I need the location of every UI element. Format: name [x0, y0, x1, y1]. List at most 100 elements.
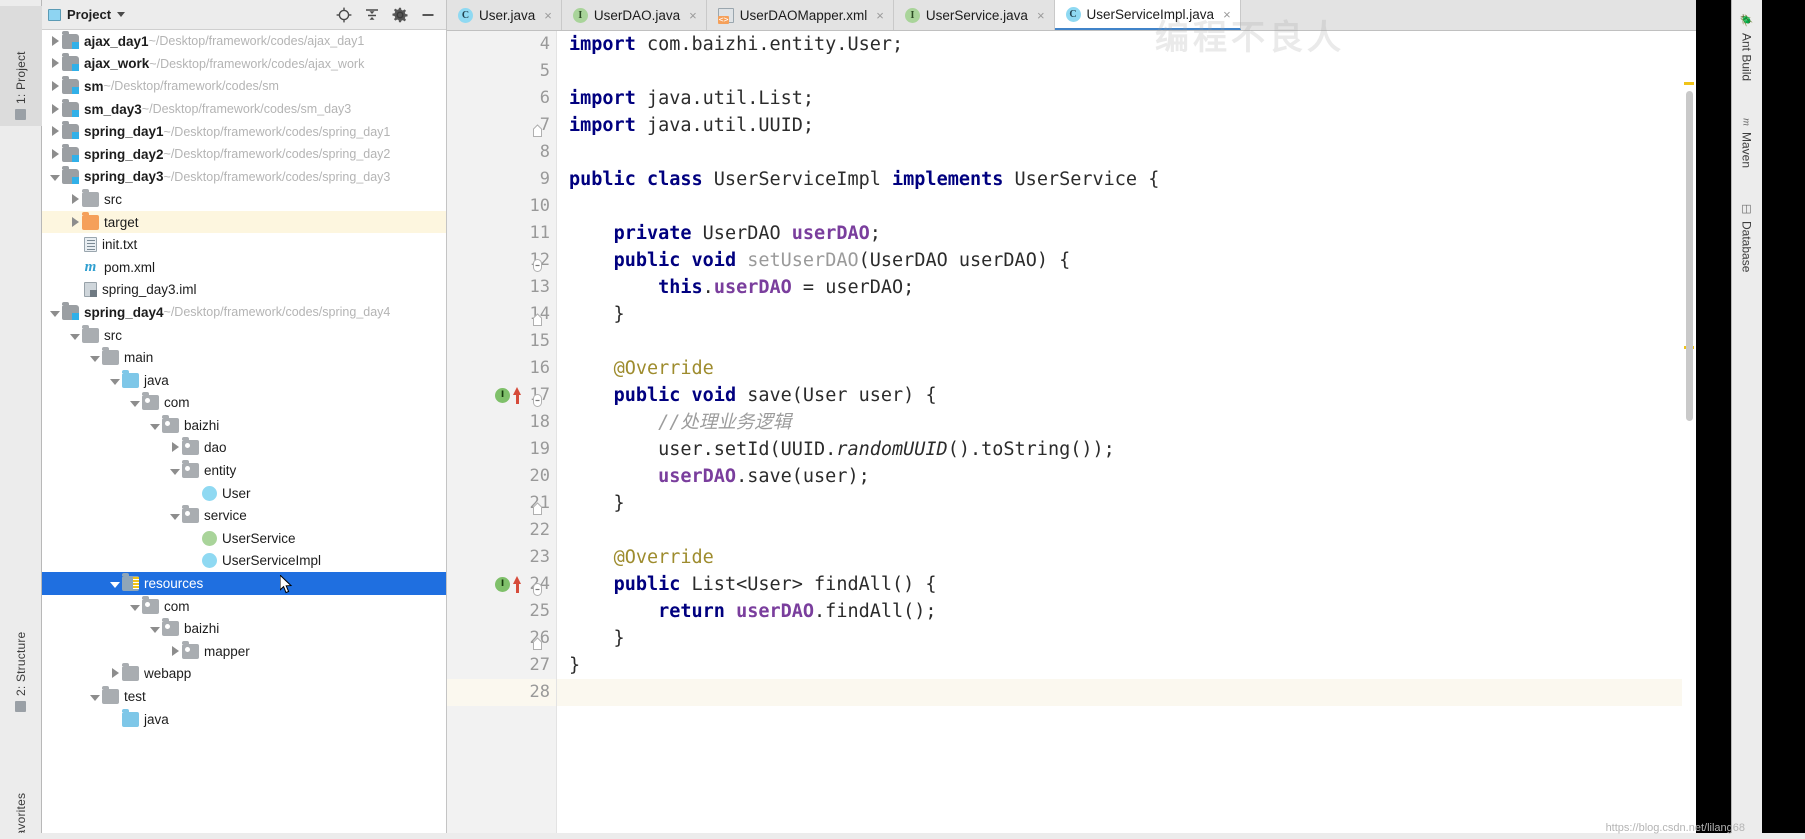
tree-item-ajax_work[interactable]: ajax_work ~/Desktop/framework/codes/ajax… [42, 53, 446, 76]
code-line[interactable] [557, 679, 1696, 706]
editor-tab-userdaomapper-xml[interactable]: UserDAOMapper.xml × [706, 0, 894, 30]
tree-item-sd4-java[interactable]: java [42, 369, 446, 392]
tree-item-sd4-userservice[interactable]: UserService [42, 527, 446, 550]
line-number[interactable]: 15 [447, 328, 556, 355]
tool-tab-favorites[interactable]: Favorites [0, 760, 42, 839]
fold-collapse-icon[interactable] [531, 389, 544, 407]
line-number[interactable]: 13 [447, 274, 556, 301]
chevron-right-icon[interactable] [48, 124, 62, 139]
chevron-down-icon[interactable] [148, 418, 162, 433]
hide-icon[interactable] [420, 7, 436, 23]
line-number[interactable]: 28 [447, 679, 556, 706]
code-line[interactable]: @Override [557, 544, 1696, 571]
chevron-down-icon[interactable] [128, 395, 142, 410]
tree-item-sd4-entity[interactable]: entity [42, 459, 446, 482]
tree-item-spring_day3[interactable]: spring_day3 ~/Desktop/framework/codes/sp… [42, 166, 446, 189]
editor-tab-bar[interactable]: CUser.java×IUserDAO.java×UserDAOMapper.x… [447, 0, 1696, 31]
code-line[interactable] [557, 517, 1696, 544]
line-number[interactable]: 24I [447, 571, 556, 598]
fold-collapse-icon[interactable] [531, 254, 544, 272]
tree-item-sd3-iml[interactable]: spring_day3.iml [42, 279, 446, 302]
tree-item-spring_day2[interactable]: spring_day2 ~/Desktop/framework/codes/sp… [42, 143, 446, 166]
line-number[interactable]: 9 [447, 166, 556, 193]
override-arrow-icon[interactable] [513, 576, 521, 593]
tree-item-sd4-src[interactable]: src [42, 324, 446, 347]
code-line[interactable]: @Override [557, 355, 1696, 382]
code-line[interactable] [557, 193, 1696, 220]
close-icon[interactable]: × [1037, 8, 1045, 23]
chevron-right-icon[interactable] [68, 192, 82, 207]
code-line[interactable]: public List<User> findAll() { [557, 571, 1696, 598]
line-number[interactable]: 19 [447, 436, 556, 463]
editor-tab-userdao-java[interactable]: I UserDAO.java × [561, 0, 707, 30]
code-content[interactable]: import com.baizhi.entity.User; import ja… [557, 31, 1696, 839]
editor-tab-userservice-java[interactable]: I UserService.java × [893, 0, 1055, 30]
tree-item-sd3-target[interactable]: target [42, 210, 446, 234]
chevron-right-icon[interactable] [108, 666, 122, 681]
chevron-down-icon[interactable] [168, 463, 182, 478]
chevron-down-icon[interactable] [108, 373, 122, 388]
chevron-down-icon[interactable] [168, 508, 182, 523]
tool-tab-maven[interactable]: m Maven [1731, 112, 1762, 186]
tool-tab-database[interactable]: ◫ Database [1731, 196, 1762, 292]
code-line[interactable] [557, 328, 1696, 355]
tool-tab-project[interactable]: 1: Project [0, 6, 42, 126]
code-line[interactable]: } [557, 625, 1696, 652]
tree-item-sd4-rmapper[interactable]: mapper [42, 640, 446, 663]
code-line[interactable]: userDAO.save(user); [557, 463, 1696, 490]
code-line[interactable]: return userDAO.findAll(); [557, 598, 1696, 625]
tree-item-sd4-main[interactable]: main [42, 346, 446, 369]
fold-end-icon[interactable] [531, 632, 544, 650]
tree-item-spring_day1[interactable]: spring_day1 ~/Desktop/framework/codes/sp… [42, 120, 446, 143]
marker-warning[interactable] [1684, 82, 1694, 85]
code-line[interactable]: public void setUserDAO(UserDAO userDAO) … [557, 247, 1696, 274]
chevron-right-icon[interactable] [168, 644, 182, 659]
code-line[interactable]: this.userDAO = userDAO; [557, 274, 1696, 301]
tree-item-sd4-rcom[interactable]: com [42, 595, 446, 618]
tree-item-sd4-rbaizhi[interactable]: baizhi [42, 617, 446, 640]
chevron-down-icon[interactable] [48, 169, 62, 184]
code-line[interactable]: } [557, 490, 1696, 517]
tool-tab-structure[interactable]: 2: Structure [0, 598, 42, 718]
code-line[interactable]: user.setId(UUID.randomUUID().toString())… [557, 436, 1696, 463]
implements-method-gutter-icon[interactable]: I [495, 577, 510, 592]
close-icon[interactable]: × [544, 8, 552, 23]
code-line[interactable]: import java.util.UUID; [557, 112, 1696, 139]
fold-collapse-icon[interactable] [531, 578, 544, 596]
line-number[interactable]: 12 [447, 247, 556, 274]
tree-item-sd4-com[interactable]: com [42, 392, 446, 415]
line-number[interactable]: 10 [447, 193, 556, 220]
line-number[interactable]: 7 [447, 112, 556, 139]
tree-item-sd4-resources[interactable]: resources [42, 572, 446, 595]
fold-end-icon[interactable] [531, 119, 544, 137]
code-line[interactable]: import java.util.List; [557, 85, 1696, 112]
close-icon[interactable]: × [1223, 7, 1231, 22]
line-number[interactable]: 17I [447, 382, 556, 409]
line-number[interactable]: 20 [447, 463, 556, 490]
line-number[interactable]: 6 [447, 85, 556, 112]
line-number[interactable]: 21 [447, 490, 556, 517]
chevron-down-icon[interactable] [88, 689, 102, 704]
tree-item-sd3-src[interactable]: src [42, 188, 446, 211]
tree-item-sd4-baizhi[interactable]: baizhi [42, 414, 446, 437]
chevron-right-icon[interactable] [68, 215, 82, 230]
tree-item-sm_day3[interactable]: sm_day3 ~/Desktop/framework/codes/sm_day… [42, 98, 446, 121]
fold-end-icon[interactable] [531, 497, 544, 515]
tree-item-sd4-webapp[interactable]: webapp [42, 663, 446, 686]
project-tree[interactable]: ajax_day1 ~/Desktop/framework/codes/ajax… [42, 30, 446, 839]
line-number[interactable]: 5 [447, 58, 556, 85]
chevron-right-icon[interactable] [48, 79, 62, 94]
code-line[interactable]: } [557, 652, 1696, 679]
line-number[interactable]: 26 [447, 625, 556, 652]
code-line[interactable] [557, 139, 1696, 166]
tree-item-sd4-test[interactable]: test [42, 685, 446, 708]
code-line[interactable]: public void save(User user) { [557, 382, 1696, 409]
tree-item-sd4-testjava[interactable]: java [42, 708, 446, 731]
line-number[interactable]: 8 [447, 139, 556, 166]
editor-tab-userserviceimpl-java[interactable]: C UserServiceImpl.java × [1054, 0, 1241, 30]
code-line[interactable]: private UserDAO userDAO; [557, 220, 1696, 247]
locate-icon[interactable] [336, 7, 352, 23]
tree-item-sm[interactable]: sm ~/Desktop/framework/codes/sm [42, 75, 446, 98]
tree-item-sd3-pom[interactable]: m pom.xml [42, 256, 446, 279]
tree-item-sd4-dao[interactable]: dao [42, 437, 446, 460]
